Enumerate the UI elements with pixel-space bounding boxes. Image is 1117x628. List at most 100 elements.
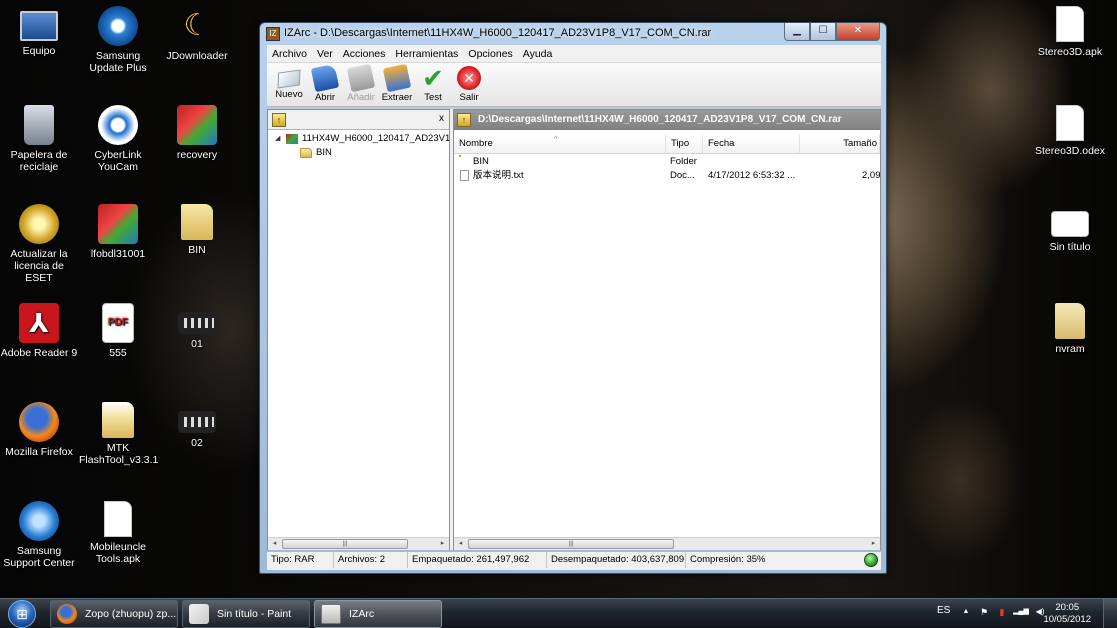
desktop-icon-bin[interactable]: BIN <box>158 204 236 256</box>
table-row[interactable]: BIN Folder <box>454 155 880 169</box>
taskbar-item-firefox[interactable]: Zopo (zhuopu) zp... <box>50 600 178 628</box>
rar-archive-icon <box>286 134 298 144</box>
signal-icon[interactable]: ▂▄▆ <box>1013 607 1029 617</box>
maximize-button[interactable]: ☐ <box>810 23 836 41</box>
menu-acciones[interactable]: Acciones <box>338 45 391 62</box>
folder-up-icon[interactable]: ↑ <box>457 113 471 127</box>
tree-node-bin[interactable]: BIN <box>268 146 449 160</box>
exit-icon: ✕ <box>457 66 481 90</box>
file-list-horizontal-scrollbar[interactable]: ◂ ||| ▸ <box>454 537 880 550</box>
desktop-icon-label: Papelera de reciclaje <box>10 149 68 173</box>
tree-horizontal-scrollbar[interactable]: ◂ ||| ▸ <box>268 537 449 550</box>
status-compresion: Compresión: 35% <box>690 554 766 565</box>
file-icon <box>1056 6 1084 42</box>
status-ok-icon <box>864 553 878 567</box>
desktop-icon-cyberlink[interactable]: CyberLink YouCam <box>79 105 157 173</box>
video-file-icon <box>178 411 216 433</box>
show-desktop-button[interactable] <box>1103 599 1117 628</box>
close-tree-pane-button[interactable]: x <box>439 113 444 124</box>
menu-ayuda[interactable]: Ayuda <box>518 45 558 62</box>
scroll-right-arrow-icon[interactable]: ▸ <box>867 538 880 550</box>
scroll-thumb[interactable]: ||| <box>282 539 408 549</box>
title-bar[interactable]: IZ IZArc - D:\Descargas\Internet\11HX4W_… <box>260 23 886 45</box>
izarc-app-icon[interactable]: IZ <box>266 27 280 41</box>
desktop-icon-jdownloader[interactable]: ☾ JDownloader <box>158 6 236 63</box>
menu-herramientas[interactable]: Herramientas <box>390 45 463 62</box>
column-header-tamano[interactable]: Tamaño <box>800 135 880 153</box>
minimize-button[interactable]: ▁ <box>784 23 810 41</box>
desktop-icon-label: JDownloader <box>166 50 228 62</box>
desktop-icon-02[interactable]: 02 <box>158 402 236 449</box>
open-archive-icon <box>310 63 340 93</box>
action-center-flag-icon[interactable]: ⚑ <box>979 607 989 617</box>
desktop-icon-label: MTK FlashTool_v3.3.1 <box>79 442 159 466</box>
taskbar-item-izarc[interactable]: IZArc <box>314 600 442 628</box>
system-tray: ES ▲ ⚑ ▮ ▂▄▆ ◀) 20:05 10/05/2012 <box>917 599 1117 628</box>
desktop-icon-label: 02 <box>191 437 203 449</box>
desktop-icon-lfobdl[interactable]: lfobdl31001 <box>79 204 157 260</box>
desktop-icon-eset[interactable]: Actualizar la licencia de ESET <box>0 204 78 284</box>
desktop-icon-samsung-update[interactable]: Samsung Update Plus <box>79 6 157 74</box>
desktop-icon-recycle-bin[interactable]: Papelera de reciclaje <box>0 105 78 173</box>
show-hidden-icons-icon[interactable]: ▲ <box>961 607 971 617</box>
start-button[interactable]: ⊞ <box>4 599 40 628</box>
desktop-icon-firefox[interactable]: Mozilla Firefox <box>0 402 78 458</box>
close-button[interactable]: ✕ <box>836 23 880 41</box>
folder-up-icon[interactable]: ↑ <box>272 113 286 127</box>
clock-date: 10/05/2012 <box>1043 614 1091 625</box>
tree-pane-header: ↑ x <box>268 110 449 130</box>
language-indicator[interactable]: ES <box>937 605 950 616</box>
clock[interactable]: 20:05 10/05/2012 <box>1043 602 1091 626</box>
desktop-icon-equipo[interactable]: Equipo <box>0 6 78 57</box>
desktop-icon-01[interactable]: 01 <box>158 303 236 350</box>
nuevo-button[interactable]: Nuevo <box>271 63 307 106</box>
folder-icon <box>1055 303 1085 339</box>
menu-archivo[interactable]: Archivo <box>267 45 312 62</box>
desktop-icon-mtk-flashtool[interactable]: MTK FlashTool_v3.3.1 <box>79 402 159 466</box>
archive-path: D:\Descargas\Internet\11HX4W_H6000_12041… <box>478 114 842 125</box>
table-row[interactable]: 版本说明.txt Doc... 4/17/2012 6:53:32 ... 2,… <box>454 169 880 183</box>
folder-tree: ◢ 11HX4W_H6000_120417_AD23V1P8_V17_COM_C… <box>268 132 449 160</box>
desktop-icon-samsung-support[interactable]: Samsung Support Center <box>0 501 78 569</box>
desktop-icon-mobileuncle[interactable]: Mobileuncle Tools.apk <box>79 501 157 565</box>
menu-bar: Archivo Ver Acciones Herramientas Opcion… <box>267 45 881 63</box>
scroll-right-arrow-icon[interactable]: ▸ <box>436 538 449 550</box>
desktop-icon-sin-titulo[interactable]: Sin título <box>1031 204 1109 253</box>
column-header-tipo[interactable]: Tipo <box>666 135 703 153</box>
tree-node-archive[interactable]: ◢ 11HX4W_H6000_120417_AD23V1P8_V17_COM_C… <box>268 132 449 146</box>
column-header-fecha[interactable]: Fecha <box>703 135 800 153</box>
row-date: 4/17/2012 6:53:32 ... <box>708 170 796 181</box>
collapse-arrow-icon[interactable]: ◢ <box>275 132 280 146</box>
status-tipo: Tipo: RAR <box>267 552 334 568</box>
computer-icon <box>20 11 58 41</box>
desktop-icon-label: Samsung Update Plus <box>89 50 147 74</box>
scroll-left-arrow-icon[interactable]: ◂ <box>454 538 467 550</box>
anadir-button[interactable]: Añadir <box>343 63 379 106</box>
desktop-icon-adobe-reader[interactable]: ⅄ Adobe Reader 9 <box>0 303 78 359</box>
desktop-icon-recovery[interactable]: recovery <box>158 105 236 161</box>
desktop-icon-555[interactable]: PDF 555 <box>79 303 157 359</box>
taskbar-item-paint[interactable]: Sin título - Paint <box>182 600 310 628</box>
scroll-thumb[interactable]: ||| <box>468 539 674 549</box>
desktop-icon-stereo3d-apk[interactable]: Stereo3D.apk <box>1031 6 1109 58</box>
file-list-pane: ↑ D:\Descargas\Internet\11HX4W_H6000_120… <box>453 109 881 550</box>
extraer-label: Extraer <box>381 92 413 103</box>
anadir-label: Añadir <box>347 92 375 103</box>
paint-icon <box>189 604 209 624</box>
abrir-button[interactable]: Abrir <box>307 63 343 106</box>
izarc-icon <box>321 604 341 624</box>
extraer-button[interactable]: Extraer <box>379 63 415 106</box>
scroll-left-arrow-icon[interactable]: ◂ <box>268 538 281 550</box>
desktop-icon-label: recovery <box>176 149 218 161</box>
desktop-icon-nvram[interactable]: nvram <box>1031 303 1109 355</box>
menu-opciones[interactable]: Opciones <box>463 45 517 62</box>
test-button[interactable]: ✔ Test <box>415 63 451 106</box>
menu-ver[interactable]: Ver <box>312 45 338 62</box>
file-icon <box>1056 105 1084 141</box>
column-header-nombre[interactable]: Nombre ^ <box>454 135 666 153</box>
status-empaquetado: Empaquetado: 261,497,962 <box>408 552 547 568</box>
desktop-icon-stereo3d-odex[interactable]: Stereo3D.odex <box>1031 105 1109 157</box>
recycle-bin-icon <box>24 105 54 145</box>
network-icon[interactable]: ▮ <box>997 607 1007 617</box>
salir-button[interactable]: ✕ Salir <box>451 63 487 106</box>
